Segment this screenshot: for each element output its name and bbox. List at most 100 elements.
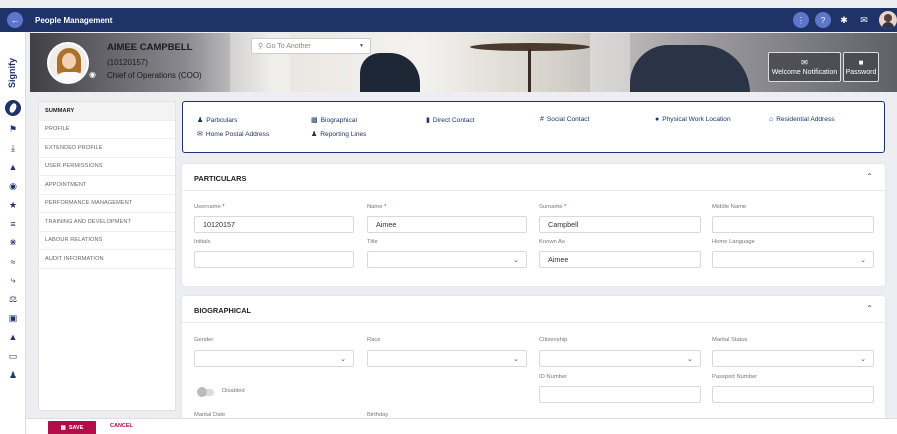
id-number-field[interactable] — [539, 386, 701, 403]
gear-icon[interactable]: ✱ — [837, 15, 851, 26]
go-to-employee-select[interactable]: ⚲ Go To Another ▼ — [251, 38, 371, 54]
link-social-contact[interactable]: # Social Contact — [540, 116, 589, 123]
user-avatar[interactable] — [879, 11, 897, 29]
chevron-down-icon: ⌄ — [687, 355, 693, 363]
camera-icon[interactable]: ◉ — [89, 70, 96, 79]
password-button[interactable]: ■ Password — [843, 52, 879, 82]
id-card-icon: ▩ — [311, 117, 318, 124]
known-as-field[interactable]: Aimee — [539, 251, 701, 268]
biographical-card: BIOGRAPHICAL ⌃ Gender ⌄ Race ⌄ Citizensh… — [182, 296, 885, 420]
disabled-toggle[interactable] — [197, 387, 214, 397]
passport-number-field[interactable] — [712, 386, 874, 403]
top-bar: ← People Management ⋮ ? ✱ ✉ — [0, 8, 897, 32]
username-field[interactable]: 10120157 — [194, 216, 354, 233]
title-label: Title — [367, 239, 378, 245]
laptop-icon[interactable]: ▭ — [0, 347, 26, 366]
add-user-icon[interactable]: ♟ — [0, 366, 26, 385]
link-physical-work-location[interactable]: ● Physical Work Location — [655, 116, 731, 123]
collapse-chevron-icon[interactable]: ⌃ — [866, 172, 873, 181]
menu-item-performance-management[interactable]: PERFORMANCE MANAGEMENT — [39, 195, 175, 213]
middle-name-label: Middle Name — [712, 204, 747, 210]
marital-status-label: Marital Status — [712, 337, 748, 343]
collapse-chevron-icon[interactable]: ⌃ — [866, 304, 873, 313]
search-icon: ⚲ — [258, 43, 264, 50]
particulars-card: PARTICULARS ⌃ Username * 10120157 Name *… — [182, 164, 885, 286]
address-book-icon: ▮ — [426, 117, 430, 124]
menu-item-user-permissions[interactable]: USER PERMISSIONS — [39, 158, 175, 176]
more-options-icon[interactable]: ⋮ — [793, 12, 809, 28]
back-arrow-icon[interactable]: ← — [7, 12, 23, 28]
disabled-label: Disabled — [222, 388, 245, 394]
person-running-icon[interactable]: ⤷ — [0, 271, 26, 290]
employee-name: AIMEE CAMPBELL — [107, 42, 193, 53]
home-language-label: Home Language — [712, 239, 755, 245]
chevron-down-icon: ▼ — [359, 43, 364, 49]
marital-status-select[interactable]: ⌄ — [712, 350, 874, 367]
name-field[interactable]: Aimee — [367, 216, 527, 233]
race-select[interactable]: ⌄ — [367, 350, 527, 367]
top-actions: ⋮ ? ✱ ✉ — [793, 11, 897, 29]
app-title: People Management — [35, 15, 113, 25]
menu-item-appointment[interactable]: APPOINTMENT — [39, 176, 175, 195]
chevron-down-icon: ⌄ — [513, 355, 519, 363]
surname-label: Surname * — [539, 204, 567, 210]
handshake-icon[interactable]: ≈ — [0, 252, 26, 271]
employee-id: (10120157) — [107, 58, 148, 67]
hierarchy-icon[interactable]: ⋇ — [0, 233, 26, 252]
hashtag-icon: # — [540, 116, 544, 123]
chevron-down-icon: ⌄ — [860, 355, 866, 363]
particulars-title: PARTICULARS — [194, 174, 247, 183]
gender-label: Gender — [194, 337, 214, 343]
brand-logo: Signify — [3, 52, 23, 116]
save-button[interactable]: ▩ SAVE — [48, 421, 96, 434]
quick-links-card: ♟ Particulars ▩ Biographical ▮ Direct Conta… — [182, 101, 885, 153]
go-to-placeholder: Go To Another — [266, 42, 311, 50]
link-home-postal-address[interactable]: ✉ Home Postal Address — [197, 130, 269, 138]
help-icon[interactable]: ? — [815, 12, 831, 28]
save-icon: ▩ — [60, 425, 66, 431]
menu-item-extended-profile[interactable]: EXTENDED PROFILE — [39, 139, 175, 158]
gender-select[interactable]: ⌄ — [194, 350, 354, 367]
graduation-cap-icon[interactable]: ▲ — [0, 158, 26, 177]
action-footer: ▩ SAVE CANCEL — [26, 418, 897, 434]
home-language-select[interactable]: ⌄ — [712, 251, 874, 268]
brand-name: Signify — [7, 57, 18, 89]
known-as-label: Known As — [539, 239, 565, 245]
map-marker-icon: ● — [655, 116, 660, 123]
balance-scale-icon[interactable]: ⚖ — [0, 290, 26, 309]
middle-name-field[interactable] — [712, 216, 874, 233]
id-number-label: ID Number — [539, 374, 568, 380]
welcome-notification-button[interactable]: ✉ Welcome Notification — [768, 52, 841, 82]
sliders-icon[interactable]: ≡ — [0, 214, 26, 233]
link-biographical[interactable]: ▩ Biographical — [311, 116, 357, 124]
menu-item-profile[interactable]: PROFILE — [39, 121, 175, 139]
initials-field[interactable] — [194, 251, 354, 268]
star-icon[interactable]: ★ — [0, 196, 26, 215]
surname-field[interactable]: Campbell — [539, 216, 701, 233]
employee-photo[interactable] — [47, 42, 89, 84]
download-icon[interactable]: ⤓ — [0, 139, 26, 158]
cancel-button[interactable]: CANCEL — [110, 423, 133, 429]
link-particulars[interactable]: ♟ Particulars — [197, 116, 237, 124]
home-icon: ⌂ — [769, 116, 774, 123]
envelope-icon: ✉ — [801, 58, 808, 67]
menu-item-summary[interactable]: SUMMARY — [39, 102, 175, 121]
title-select[interactable]: ⌄ — [367, 251, 527, 268]
thumbs-up-icon[interactable]: ▲ — [0, 328, 26, 347]
mail-icon[interactable]: ✉ — [857, 15, 871, 26]
link-residential-address[interactable]: ⌂ Residential Address — [769, 116, 835, 123]
welcome-notification-label: Welcome Notification — [771, 69, 838, 76]
citizenship-label: Citizenship — [539, 337, 568, 343]
username-label: Username * — [194, 204, 225, 210]
dashboard-icon[interactable]: ◉ — [0, 177, 26, 196]
name-label: Name * — [367, 204, 387, 210]
menu-item-training-and-development[interactable]: TRAINING AND DEVELOPMENT — [39, 213, 175, 232]
menu-item-audit-information[interactable]: AUDIT INFORMATION — [39, 250, 175, 269]
link-reporting-lines[interactable]: ♟ Reporting Lines — [311, 130, 366, 138]
link-direct-contact[interactable]: ▮ Direct Contact — [426, 116, 475, 124]
menu-item-labour-relations[interactable]: LABOUR RELATIONS — [39, 232, 175, 250]
initials-label: Initials — [194, 239, 211, 245]
citizenship-select[interactable]: ⌄ — [539, 350, 701, 367]
clipboard-icon[interactable]: ▣ — [0, 309, 26, 328]
megaphone-icon[interactable]: ⚑ — [0, 120, 26, 139]
